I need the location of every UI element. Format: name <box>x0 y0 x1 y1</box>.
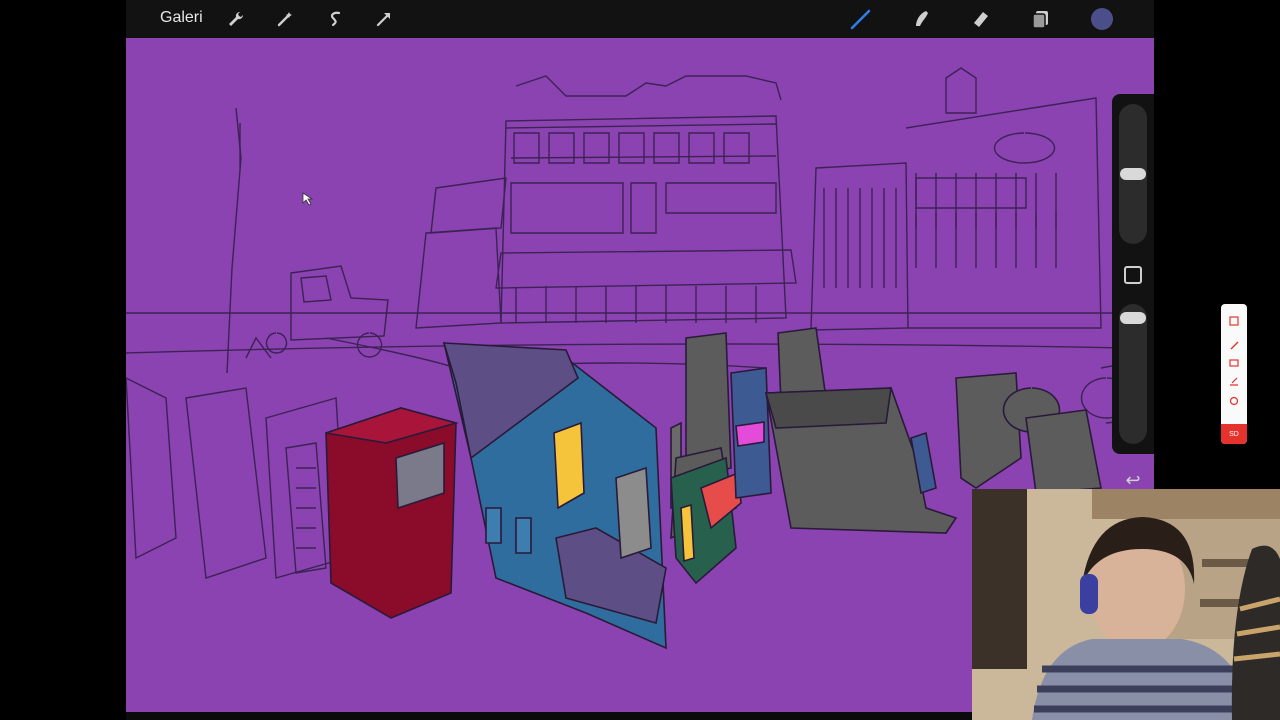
opacity-handle[interactable] <box>1120 312 1146 324</box>
webcam-overlay <box>972 489 1280 720</box>
webcam-feed <box>972 489 1280 720</box>
gallery-button[interactable]: Galeri <box>160 9 203 27</box>
wrench-icon[interactable] <box>222 5 250 33</box>
transform-arrow-icon[interactable] <box>370 5 398 33</box>
edit-icon[interactable] <box>1227 374 1241 388</box>
magic-wand-icon[interactable] <box>271 5 299 33</box>
pen-icon[interactable] <box>1227 338 1241 352</box>
eraser-icon[interactable] <box>967 5 995 33</box>
opacity-slider[interactable] <box>1119 304 1147 444</box>
record-button[interactable]: SD <box>1221 424 1247 444</box>
brush-size-slider[interactable] <box>1119 104 1147 244</box>
top-toolbar: Galeri <box>126 0 1154 38</box>
screenshot-icon[interactable] <box>1227 314 1241 328</box>
frame-icon[interactable] <box>1227 356 1241 370</box>
brush-icon[interactable] <box>847 5 875 33</box>
camera-icon[interactable] <box>1227 394 1241 408</box>
smudge-icon[interactable] <box>907 5 935 33</box>
brush-sidebar <box>1112 94 1154 454</box>
bottom-edge <box>126 712 972 720</box>
brush-size-handle[interactable] <box>1120 168 1146 180</box>
cursor-icon <box>302 192 314 206</box>
selection-icon[interactable] <box>321 5 349 33</box>
modify-button[interactable] <box>1124 266 1142 284</box>
layers-icon[interactable] <box>1027 5 1055 33</box>
color-swatch[interactable] <box>1088 5 1116 33</box>
floating-toolbar: SD <box>1221 304 1247 444</box>
